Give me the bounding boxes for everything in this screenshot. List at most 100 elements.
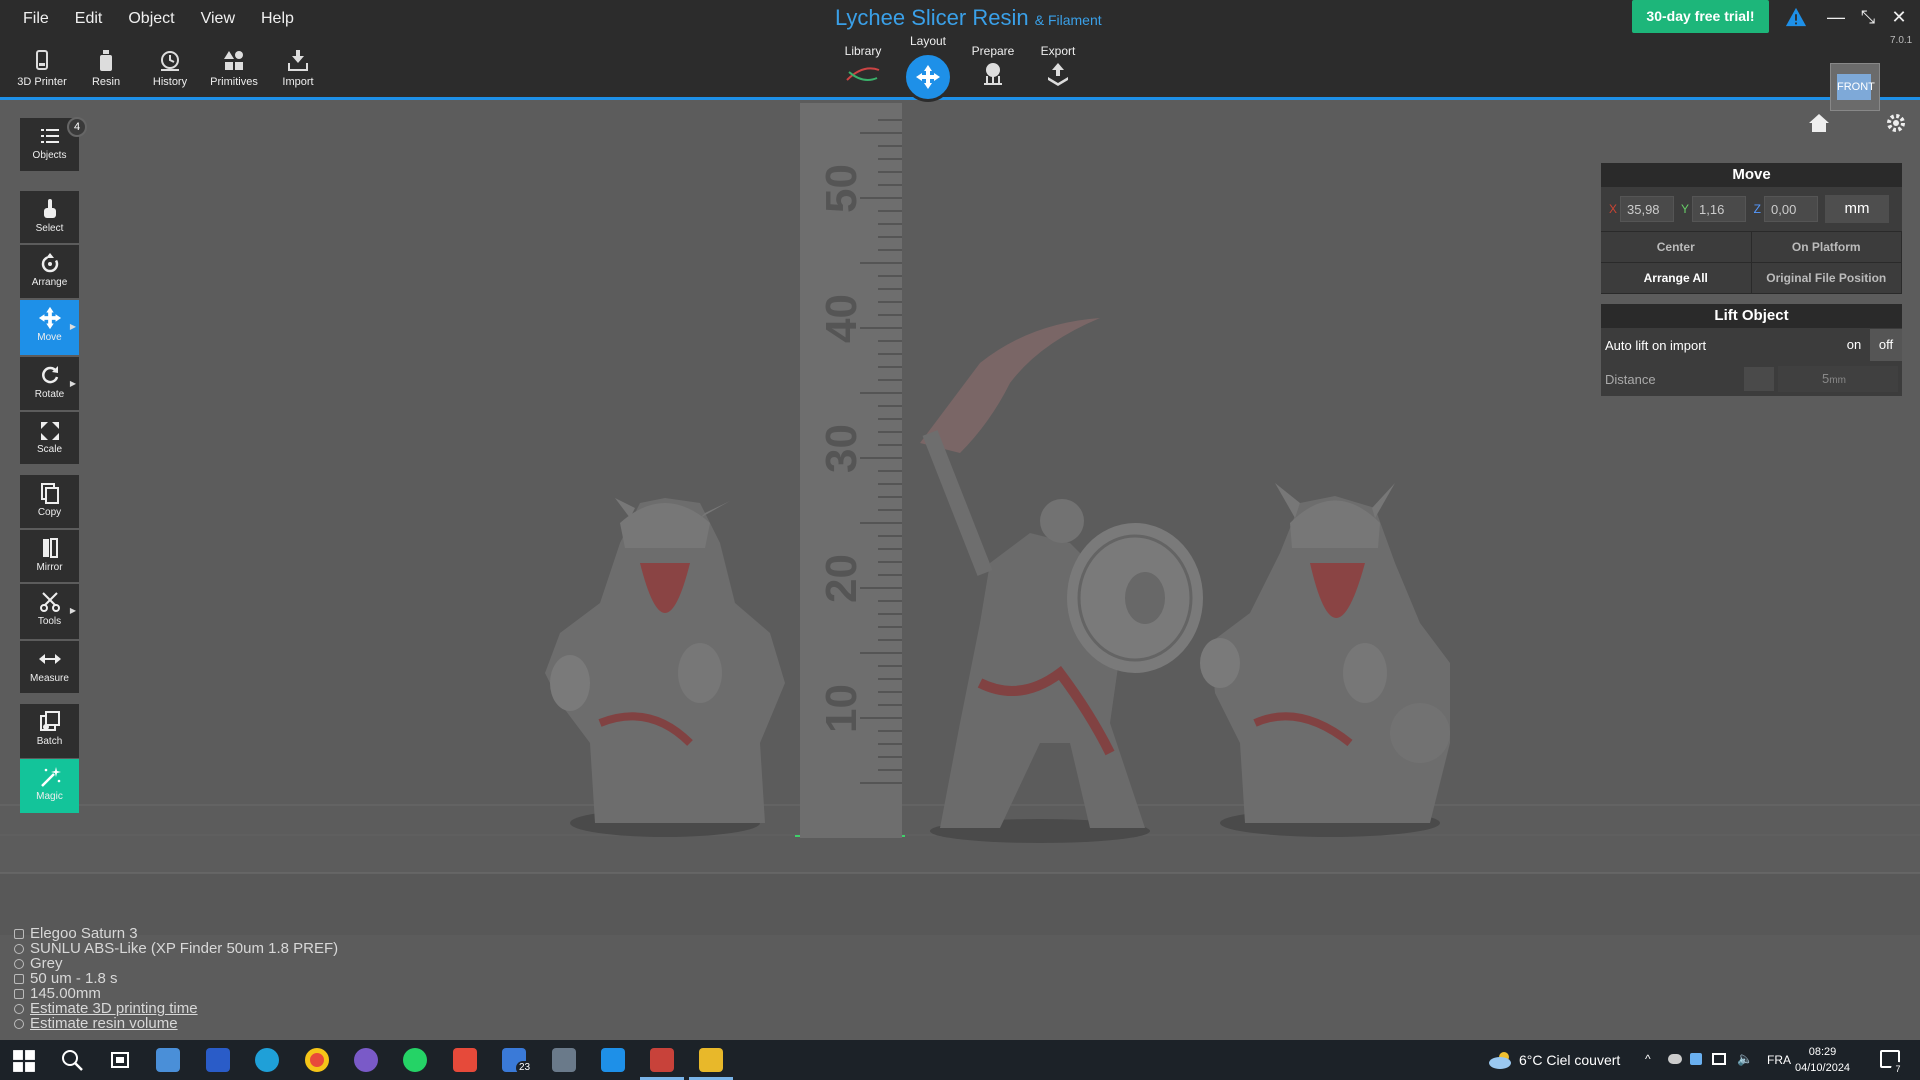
search-icon[interactable] (60, 1048, 84, 1072)
import-button[interactable]: Import (268, 48, 328, 88)
clock[interactable]: 08:29 04/10/2024 (1795, 1044, 1850, 1076)
batch-icon (39, 711, 60, 731)
scale-label: Scale (36, 444, 62, 455)
history-icon (161, 51, 179, 71)
file-explorer-icon[interactable] (699, 1048, 723, 1072)
warrior-model-center[interactable] (920, 318, 1203, 843)
scale-tool[interactable]: Scale (20, 412, 79, 464)
creative-app-icon[interactable] (453, 1048, 477, 1072)
arrange-tool[interactable]: Arrange (20, 245, 79, 298)
tray-expand-icon[interactable]: ^ (1645, 1052, 1651, 1066)
mirror-tool[interactable]: Mirror (20, 530, 79, 582)
windows-taskbar (0, 1040, 1920, 1080)
calculator-icon[interactable] (552, 1048, 576, 1072)
language-indicator[interactable]: FRA (1767, 1053, 1791, 1067)
viber-icon[interactable] (354, 1048, 378, 1072)
auto-lift-row: Auto lift on import on off (1601, 328, 1902, 362)
original-position-button[interactable]: Original File Position (1751, 263, 1902, 294)
measure-tool[interactable]: Measure (20, 641, 79, 693)
move-label: Move (37, 332, 62, 343)
magic-tool[interactable]: Magic (20, 759, 79, 813)
layout-tab-indicator (903, 52, 953, 102)
printer-icon (36, 50, 48, 70)
notes-app-icon[interactable] (601, 1048, 625, 1072)
onedrive-icon[interactable] (1668, 1054, 1682, 1064)
tools-button[interactable]: Tools ▶ (20, 584, 79, 639)
history-button[interactable]: History (140, 48, 200, 88)
tab-layout[interactable]: Layout (898, 34, 958, 102)
printer-button[interactable]: 3D Printer (12, 48, 72, 88)
x-coordinate-input[interactable] (1620, 196, 1674, 222)
network-icon[interactable] (1712, 1053, 1726, 1065)
edge-icon[interactable] (255, 1048, 279, 1072)
move-tool[interactable]: Move ▶ (20, 300, 79, 355)
paint-app-icon[interactable] (156, 1048, 180, 1072)
menu-file[interactable]: File (10, 8, 62, 30)
unit-selector[interactable]: mm (1825, 195, 1889, 223)
primitives-button[interactable]: Primitives (204, 48, 264, 88)
rotate-tool[interactable]: Rotate ▶ (20, 357, 79, 410)
home-icon[interactable] (1808, 113, 1830, 133)
free-trial-button[interactable]: 30-day free trial! (1632, 0, 1769, 33)
menu-edit[interactable]: Edit (62, 8, 116, 30)
info-color: Grey (14, 956, 338, 971)
print-info: Elegoo Saturn 3 SUNLU ABS-Like (XP Finde… (14, 926, 338, 1031)
move-expand-icon[interactable]: ▶ (70, 322, 76, 331)
tools-expand-icon[interactable]: ▶ (70, 606, 76, 615)
view-cube-front-face[interactable]: FRONT (1837, 74, 1875, 100)
rotate-label: Rotate (34, 389, 65, 400)
y-coordinate-input[interactable] (1692, 196, 1746, 222)
on-platform-button[interactable]: On Platform (1751, 232, 1902, 263)
resin-button[interactable]: Resin (76, 48, 136, 88)
weather-text[interactable]: 6°C Ciel couvert (1519, 1052, 1620, 1068)
estimate-time-link[interactable]: Estimate 3D printing time (30, 1001, 198, 1016)
dwarf-model-right[interactable] (1200, 483, 1450, 837)
menu-object[interactable]: Object (115, 8, 187, 30)
tab-library[interactable]: Library (833, 44, 893, 89)
gear-icon[interactable] (1885, 112, 1907, 134)
primitives-label: Primitives (210, 76, 258, 88)
chrome-icon[interactable] (305, 1048, 329, 1072)
tab-export-label: Export (1040, 44, 1076, 58)
restore-icon[interactable]: ⤡ (1855, 4, 1881, 30)
volume-speaker-icon[interactable]: 🔈 (1737, 1051, 1753, 1067)
rotate-expand-icon[interactable]: ▶ (70, 379, 76, 388)
copy-tool[interactable]: Copy (20, 475, 79, 528)
arrange-all-button[interactable]: Arrange All (1601, 263, 1752, 294)
batch-tool[interactable]: Batch (20, 704, 79, 758)
close-icon[interactable]: ✕ (1886, 4, 1912, 30)
move-arrows-icon (916, 65, 940, 89)
cloudy-weather-icon (1489, 1052, 1511, 1069)
task-view-icon[interactable] (108, 1048, 132, 1072)
whatsapp-icon[interactable] (403, 1048, 427, 1072)
distance-slider[interactable] (1744, 367, 1774, 391)
minimize-icon[interactable]: — (1823, 4, 1849, 30)
select-tool[interactable]: Select (20, 191, 79, 243)
menu-view[interactable]: View (188, 8, 248, 30)
distance-input[interactable]: 5mm (1744, 366, 1898, 392)
bluetooth-app-icon[interactable] (206, 1048, 230, 1072)
import-icon (288, 50, 308, 71)
auto-lift-toggle[interactable]: on off (1838, 329, 1902, 361)
clock-time: 08:29 (1808, 1046, 1837, 1058)
tab-prepare-label: Prepare (971, 44, 1015, 58)
windows-start-icon[interactable] (12, 1049, 36, 1073)
tab-export[interactable]: Export (1028, 44, 1088, 89)
auto-lift-off[interactable]: off (1870, 329, 1902, 361)
move-panel: Move X Y Z mm Center On Platform Arrange… (1601, 163, 1902, 294)
copy-icon (40, 483, 59, 504)
distance-value[interactable]: 5mm (1778, 366, 1898, 392)
z-coordinate-input[interactable] (1764, 196, 1818, 222)
height-icon (14, 988, 24, 999)
warning-icon[interactable] (1785, 6, 1807, 28)
steam-icon[interactable] (1690, 1053, 1702, 1065)
tab-prepare[interactable]: Prepare (963, 44, 1023, 89)
dwarf-model-left[interactable] (545, 498, 785, 837)
center-button[interactable]: Center (1601, 232, 1752, 263)
auto-lift-on[interactable]: on (1838, 329, 1870, 361)
copy-label: Copy (37, 507, 62, 518)
estimate-volume-link[interactable]: Estimate resin volume (30, 1016, 178, 1031)
arrange-label: Arrange (31, 277, 68, 288)
lychee-slicer-icon[interactable] (650, 1048, 674, 1072)
menu-help[interactable]: Help (248, 8, 307, 30)
